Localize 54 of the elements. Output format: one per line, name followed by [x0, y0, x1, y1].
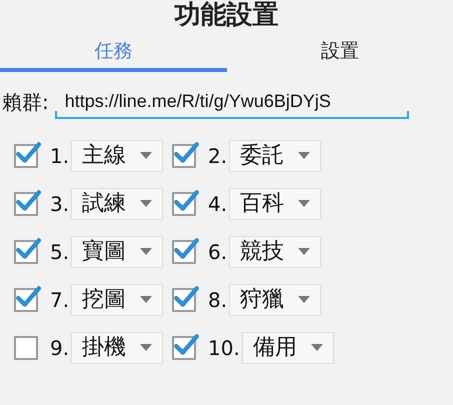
caret-icon	[298, 248, 310, 256]
task-number: 10.	[208, 335, 240, 362]
dropdown-value: 競技	[240, 241, 284, 263]
task-dropdown[interactable]: 主線	[71, 140, 164, 172]
task-number: 1.	[50, 143, 70, 170]
task-dropdown[interactable]: 挖圖	[71, 284, 164, 316]
caret-icon	[140, 200, 152, 208]
field-label: 賴群:	[2, 89, 49, 116]
checkbox[interactable]	[14, 288, 38, 312]
task-dropdown[interactable]: 試練	[71, 188, 164, 220]
task-dropdown[interactable]: 寶圖	[71, 236, 164, 268]
caret-icon	[140, 152, 152, 160]
window-title: 功能設置	[173, 0, 280, 32]
checkbox[interactable]	[172, 288, 196, 312]
checkbox[interactable]	[14, 240, 38, 264]
task-dropdown[interactable]: 備用	[242, 332, 334, 364]
dropdown-value: 寶圖	[82, 241, 126, 263]
task-dropdown[interactable]: 委託	[229, 140, 322, 172]
dropdown-value: 試練	[82, 193, 126, 215]
checkbox[interactable]	[172, 336, 196, 360]
caret-icon	[298, 296, 310, 304]
task-dropdown[interactable]: 百科	[229, 188, 322, 220]
checkbox[interactable]	[172, 240, 196, 264]
checkbox[interactable]	[172, 144, 196, 168]
caret-icon	[140, 248, 152, 256]
checkbox[interactable]	[14, 336, 38, 360]
checkbox[interactable]	[14, 192, 38, 216]
dropdown-value: 委託	[240, 145, 284, 167]
dropdown-value: 狩獵	[240, 289, 284, 311]
task-number: 2.	[208, 143, 228, 170]
task-number: 6.	[208, 239, 228, 266]
checkbox[interactable]	[14, 144, 38, 168]
task-number: 7.	[50, 287, 70, 314]
checkbox[interactable]	[172, 192, 196, 216]
caret-icon	[140, 344, 152, 352]
dropdown-value: 挖圖	[82, 289, 126, 311]
caret-icon	[140, 296, 152, 304]
task-dropdown[interactable]: 競技	[229, 236, 322, 268]
task-number: 3.	[50, 191, 70, 218]
caret-icon	[310, 344, 323, 352]
task-number: 5.	[50, 239, 70, 266]
task-dropdown[interactable]: 狩獵	[229, 284, 322, 316]
caret-icon	[298, 200, 310, 208]
dropdown-value: 百科	[240, 193, 284, 215]
task-number: 9.	[50, 335, 70, 362]
caret-icon	[298, 152, 310, 160]
task-number: 4.	[208, 191, 228, 218]
input-field[interactable]: https://line.me/R/ti/g/Ywu6BjDYjS	[54, 85, 409, 119]
dropdown-value: 主線	[82, 145, 126, 167]
dropdown-value: 掛機	[82, 337, 126, 359]
task-dropdown[interactable]: 掛機	[71, 332, 164, 364]
dropdown-value: 備用	[252, 337, 297, 359]
task-number: 8.	[208, 287, 228, 314]
tab[interactable]: 設置	[226, 34, 453, 72]
